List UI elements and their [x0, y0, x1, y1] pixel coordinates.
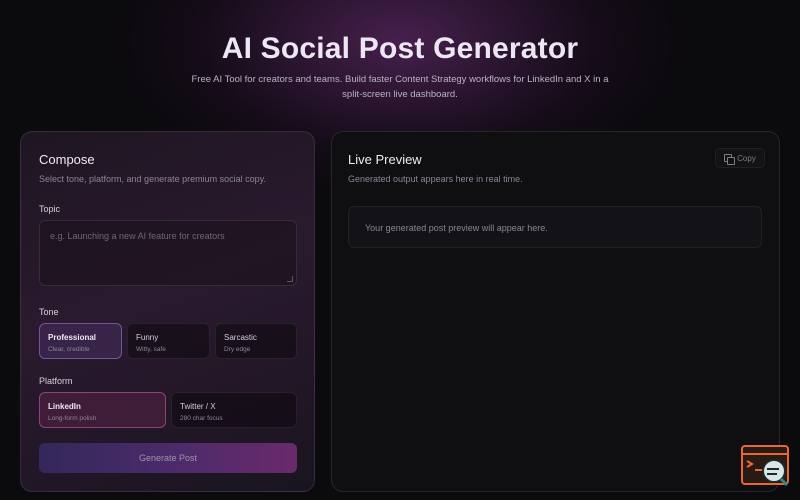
copy-button-label: Copy — [737, 153, 756, 163]
platform-option-linkedin[interactable]: LinkedIn Long-form polish — [39, 392, 166, 428]
platform-label: Platform — [39, 376, 73, 386]
copy-icon — [724, 153, 736, 165]
topic-input[interactable] — [40, 221, 296, 285]
page-subtitle: Free AI Tool for creators and teams. Bui… — [191, 74, 609, 100]
platform-option-title: LinkedIn — [48, 402, 81, 411]
platform-option-twitter-x[interactable]: Twitter / X 280 char focus — [171, 392, 297, 428]
preview-placeholder-text: Your generated post preview will appear … — [365, 223, 548, 233]
tone-label: Tone — [39, 307, 59, 317]
assistant-widget-graphic — [741, 445, 789, 487]
preview-output: Your generated post preview will appear … — [348, 206, 762, 248]
tone-option-sarcastic[interactable]: Sarcastic Dry edge — [215, 323, 297, 359]
copy-button[interactable]: Copy — [715, 148, 765, 168]
platform-option-title: Twitter / X — [180, 402, 216, 411]
preview-description: Generated output appears here in real ti… — [348, 174, 523, 184]
compose-panel: Compose Select tone, platform, and gener… — [20, 131, 315, 492]
topic-field[interactable] — [39, 220, 297, 286]
tone-option-title: Professional — [48, 333, 97, 342]
platform-option-subtitle: Long-form polish — [48, 415, 97, 422]
tone-option-subtitle: Clear, credible — [48, 346, 90, 353]
tone-option-title: Funny — [136, 333, 159, 342]
generate-post-button[interactable]: Generate Post — [39, 443, 297, 473]
tone-option-title: Sarcastic — [224, 333, 257, 342]
preview-title: Live Preview — [348, 152, 422, 167]
topic-label: Topic — [39, 204, 61, 214]
compose-description: Select tone, platform, and generate prem… — [39, 174, 266, 184]
platform-option-subtitle: 280 char focus — [180, 415, 223, 422]
compose-title: Compose — [39, 152, 95, 167]
tone-option-subtitle: Witty, safe — [136, 346, 166, 353]
tone-option-professional[interactable]: Professional Clear, credible — [39, 323, 122, 359]
tone-option-funny[interactable]: Funny Witty, safe — [127, 323, 210, 359]
resize-handle[interactable] — [287, 276, 293, 282]
preview-panel: Live Preview Generated output appears he… — [331, 131, 780, 492]
tone-option-subtitle: Dry edge — [224, 346, 251, 353]
assistant-widget-icon[interactable] — [741, 445, 790, 487]
page-title: AI Social Post Generator — [221, 32, 579, 65]
